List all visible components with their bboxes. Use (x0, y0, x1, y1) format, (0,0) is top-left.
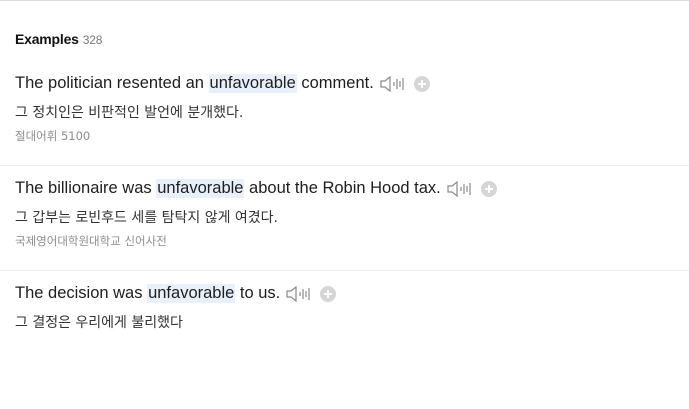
example-item: The politician resented an unfavorable c… (0, 60, 689, 165)
examples-list: The politician resented an unfavorable c… (0, 60, 689, 375)
sentence-after: to us. (235, 284, 281, 302)
keyword-highlight: unfavorable (147, 284, 236, 303)
sentence-after: about the Robin Hood tax. (244, 179, 441, 197)
example-translation: 그 결정은 우리에게 불리했다 (15, 315, 183, 331)
keyword-highlight: unfavorable (156, 179, 245, 198)
sentence-before: The billionaire was (15, 179, 157, 197)
example-sentence: The politician resented an unfavorable c… (15, 74, 430, 93)
speaker-icon[interactable] (447, 180, 473, 198)
example-translation: 그 정치인은 비판적인 발언에 분개했다. (15, 105, 244, 121)
examples-title: Examples (15, 31, 79, 47)
speaker-icon[interactable] (380, 75, 406, 93)
examples-header: Examples 328 (15, 31, 102, 47)
speaker-icon[interactable] (286, 285, 312, 303)
keyword-highlight: unfavorable (208, 74, 297, 93)
add-to-wordbook-icon[interactable] (413, 75, 430, 92)
example-sentence: The billionaire was unfavorable about th… (15, 179, 497, 198)
example-source[interactable]: 국제영어대학원대학교 신어사전 (15, 233, 167, 249)
example-translation: 그 갑부는 로빈후드 세를 탐탁지 않게 여겼다. (15, 210, 278, 226)
sentence-before: The politician resented an (15, 74, 209, 92)
clipped-area (0, 336, 689, 409)
example-sentence: The decision was unfavorable to us. (15, 284, 337, 303)
sentence-before: The decision was (15, 284, 148, 302)
top-divider (0, 0, 689, 1)
examples-count: 328 (82, 33, 103, 47)
sentence-after: comment. (296, 74, 374, 92)
add-to-wordbook-icon[interactable] (320, 285, 337, 302)
example-item: The billionaire was unfavorable about th… (0, 165, 689, 270)
add-to-wordbook-icon[interactable] (480, 180, 497, 197)
example-source[interactable]: 절대어휘 5100 (15, 128, 90, 144)
